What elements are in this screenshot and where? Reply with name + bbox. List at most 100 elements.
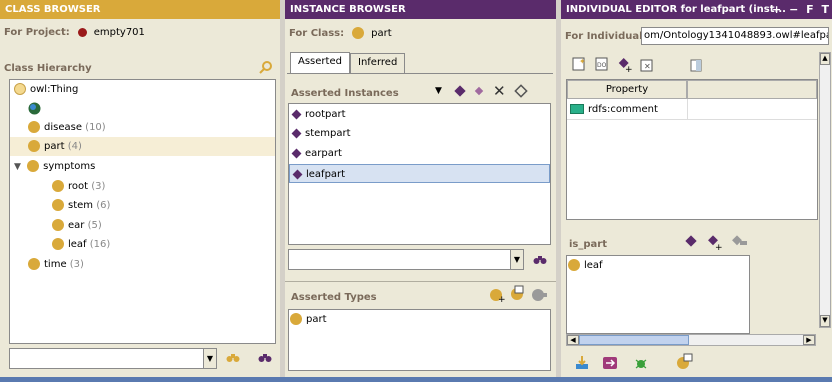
type-item-part[interactable]: part [290, 310, 327, 329]
tab-asserted[interactable]: Asserted [290, 52, 350, 74]
scroll-thumb[interactable] [579, 335, 689, 345]
individual-editor-panel: INDIVIDUAL EDITOR for leafpart (inst... … [561, 0, 832, 382]
table-column-divider [687, 99, 688, 119]
instance-item-rootpart[interactable]: rootpart [291, 105, 346, 124]
panel-toggle-icon[interactable] [689, 58, 703, 72]
class-icon [52, 219, 64, 231]
bug-icon[interactable] [633, 355, 649, 371]
create-related-icon[interactable]: + [707, 235, 723, 251]
scroll-down-button[interactable]: ▼ [820, 315, 830, 327]
individual-uri-field[interactable]: om/Ontology1341048893.owl#leafpart [641, 27, 829, 45]
binoculars-advanced-icon[interactable] [258, 352, 272, 364]
svg-text:+: + [625, 65, 633, 73]
instance-icon [291, 148, 302, 158]
remove-type-icon[interactable] [531, 287, 547, 303]
instance-item-leafpart[interactable]: leafpart [289, 164, 550, 183]
delete-instance-icon[interactable]: ✕ [493, 82, 506, 100]
navigate-icon[interactable] [602, 355, 618, 371]
property-table[interactable]: Property rdfs:comment [566, 79, 818, 220]
instance-toolbar: ▼ ✕ [435, 82, 553, 100]
tree-item-part[interactable]: part (4) [10, 137, 275, 156]
tree-item-stem[interactable]: stem (6) [52, 196, 110, 215]
add-class-icon[interactable] [675, 353, 693, 371]
class-icon [52, 199, 64, 211]
remove-related-icon[interactable] [731, 235, 747, 249]
for-individual-label: For Individual: [565, 31, 647, 42]
edit-instance-icon[interactable] [514, 84, 528, 98]
tree-item-globe[interactable] [28, 99, 41, 118]
instance-item-earpart[interactable]: earpart [291, 144, 342, 163]
add-related-icon[interactable] [684, 234, 698, 248]
scroll-left-button[interactable]: ◀ [567, 335, 579, 345]
add-control-button[interactable]: + [772, 3, 781, 16]
create-instance-icon[interactable] [453, 84, 467, 98]
project-icon [78, 27, 88, 37]
instance-item-stempart[interactable]: stempart [291, 124, 351, 143]
tree-item-leaf[interactable]: leaf (16) [52, 235, 110, 254]
instance-list[interactable]: rootpart stempart earpart leafpart [288, 103, 551, 245]
class-icon [351, 27, 364, 39]
remove-control-button[interactable]: − [789, 3, 798, 16]
for-class-value: part [371, 28, 392, 39]
tree-item-root[interactable]: root (3) [52, 177, 105, 196]
instance-browser-header: INSTANCE BROWSER [285, 0, 556, 19]
svg-text:✕: ✕ [644, 62, 651, 71]
instance-search-combo[interactable]: ▼ [288, 249, 524, 270]
tab-inferred[interactable]: Inferred [350, 53, 406, 73]
binoculars-icon[interactable] [226, 352, 240, 364]
tree-item-disease[interactable]: disease (10) [28, 118, 106, 137]
annotation-property-icon [570, 104, 584, 114]
chevron-down-icon[interactable]: ▼ [203, 349, 216, 368]
instance-icon [291, 128, 302, 138]
property-row-rdfs-comment[interactable]: rdfs:comment [567, 100, 817, 120]
class-browser-header: CLASS BROWSER [0, 0, 280, 19]
tree-item-symptoms[interactable]: ▼ symptoms [14, 157, 95, 176]
property-table-scrollbar[interactable]: ▲ ▼ [819, 52, 831, 328]
class-search-combo[interactable]: ▼ [9, 348, 217, 369]
delete-value-icon[interactable]: ✕ [639, 57, 655, 73]
is-part-list[interactable]: leaf [566, 255, 750, 334]
class-icon [52, 238, 64, 250]
section-divider [285, 281, 556, 282]
copy-instance-icon[interactable] [473, 85, 485, 97]
tab-content-border [287, 73, 553, 74]
bottom-status-bar [0, 377, 832, 382]
create-type-icon[interactable] [509, 285, 525, 301]
scroll-up-button[interactable]: ▲ [820, 53, 830, 65]
horizontal-scrollbar[interactable]: ◀ ▶ [566, 334, 816, 346]
add-value-icon[interactable]: + [617, 57, 633, 73]
class-icon [28, 140, 40, 152]
svg-text:✦: ✦ [579, 57, 586, 66]
add-type-icon[interactable]: + [489, 287, 505, 303]
f-control-button[interactable]: F [806, 3, 814, 16]
binoculars-icon[interactable] [533, 254, 547, 266]
instance-browser-panel: INSTANCE BROWSER For Class: part Asserte… [285, 0, 556, 382]
find-class-icon[interactable] [259, 60, 273, 74]
new-document-icon[interactable]: ✦ [571, 55, 587, 71]
is-part-item-leaf[interactable]: leaf [568, 256, 603, 275]
expand-triangle-icon[interactable]: ▼ [14, 162, 21, 172]
class-icon [14, 83, 26, 95]
value-column-header[interactable] [687, 80, 817, 99]
class-icon [290, 313, 302, 325]
class-tree[interactable]: owl:Thing disease (10) part (4) ▼ sympto… [9, 79, 276, 344]
dropdown-arrow-icon[interactable]: ▼ [435, 86, 442, 96]
types-list[interactable]: part [288, 309, 551, 371]
asserted-types-label: Asserted Types [291, 292, 377, 303]
asserted-instances-label: Asserted Instances [291, 88, 399, 99]
scroll-right-button[interactable]: ▶ [803, 335, 815, 345]
property-column-header[interactable]: Property [567, 80, 687, 99]
tree-item-owl-thing[interactable]: owl:Thing [14, 80, 78, 99]
new-document-do-icon[interactable]: DO [594, 55, 610, 71]
individual-editor-title: INDIVIDUAL EDITOR for leafpart (inst... [566, 4, 786, 15]
instance-icon [292, 169, 303, 179]
tree-item-ear[interactable]: ear (5) [52, 216, 102, 235]
globe-icon [28, 102, 41, 114]
import-icon[interactable] [574, 355, 590, 371]
for-project-label: For Project: [4, 27, 70, 38]
t-control-button[interactable]: T [821, 3, 829, 16]
class-browser-panel: CLASS BROWSER For Project: empty701 Clas… [0, 0, 280, 382]
chevron-down-icon[interactable]: ▼ [510, 250, 523, 269]
is-part-label: is_part [569, 239, 607, 250]
tree-item-time[interactable]: time (3) [28, 255, 84, 274]
